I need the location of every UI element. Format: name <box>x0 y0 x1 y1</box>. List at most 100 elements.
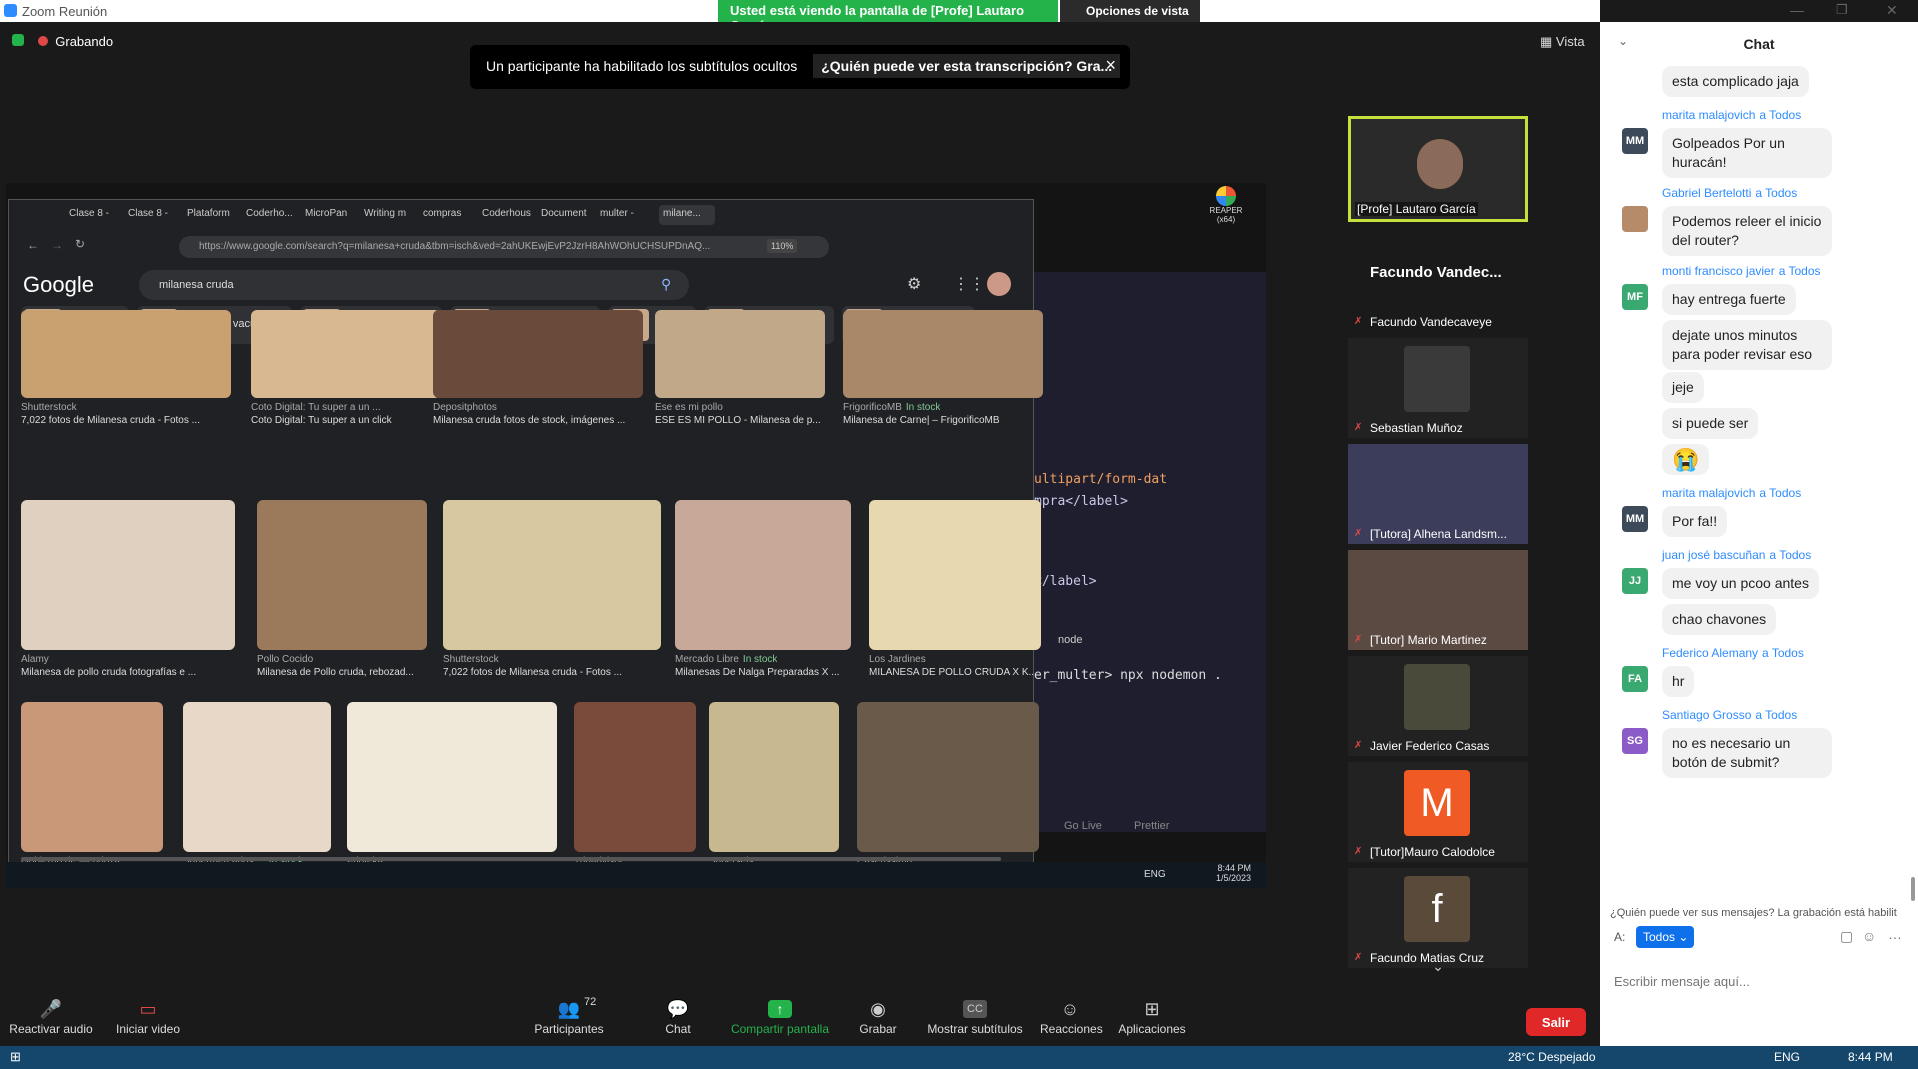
gallery-more-chevron-icon[interactable]: ⌄ <box>1348 959 1528 973</box>
chat-message[interactable]: 😭 <box>1662 444 1710 475</box>
apps-button[interactable]: ⊞ Aplicaciones <box>1118 988 1186 1036</box>
restore-button[interactable]: ❐ <box>1836 2 1848 18</box>
search-icon[interactable]: ⚲ <box>661 276 671 293</box>
image-result-source[interactable]: Shutterstock <box>21 402 77 413</box>
leave-button[interactable]: Salir <box>1526 1008 1586 1036</box>
image-result-thumbnail[interactable] <box>843 310 1043 398</box>
forward-icon[interactable]: → <box>51 238 63 252</box>
image-result-source[interactable]: Los Jardines <box>869 654 926 665</box>
image-result-source[interactable]: Ese es mi pollo <box>655 402 723 413</box>
chat-message[interactable]: Podemos releer el inicio del router? <box>1662 206 1832 256</box>
chat-sender[interactable]: Federico Alemany a Todos <box>1662 646 1804 660</box>
view-button[interactable]: ▦ Vista <box>1540 34 1585 50</box>
chat-message[interactable]: Golpeados Por un huracán! <box>1662 128 1832 178</box>
captions-link[interactable]: ¿Quién puede ver esta transcripción? Gra… <box>813 54 1121 78</box>
browser-tab[interactable]: Coderho... <box>246 208 302 228</box>
image-result-source[interactable]: FrigorificoMB In stock <box>843 402 940 413</box>
chat-message[interactable]: esta complicado jaja <box>1662 66 1809 97</box>
image-result-thumbnail[interactable] <box>709 702 839 852</box>
participant-tile[interactable]: M ✗ [Tutor]Mauro Calodolce <box>1348 762 1528 862</box>
image-result-thumbnail[interactable] <box>251 310 441 398</box>
participant-tile[interactable]: Facundo Vandec... ✗ Facundo Vandecaveye <box>1348 232 1528 332</box>
image-result-title[interactable]: Milanesa cruda fotos de stock, imágenes … <box>433 415 625 426</box>
emoji-icon[interactable]: ☺ <box>1862 928 1876 944</box>
chat-privacy-note[interactable]: ¿Quién puede ver sus mensajes? La grabac… <box>1610 907 1918 919</box>
avatar[interactable] <box>987 272 1011 296</box>
back-icon[interactable]: ← <box>27 238 39 252</box>
close-button[interactable]: ✕ <box>1886 2 1898 19</box>
image-result-title[interactable]: 7,022 fotos de Milanesa cruda - Fotos ..… <box>21 415 200 426</box>
browser-tab[interactable]: multer - <box>600 208 656 228</box>
image-result-thumbnail[interactable] <box>183 702 331 852</box>
address-bar[interactable]: https://www.google.com/search?q=milanesa… <box>179 236 829 258</box>
image-result-thumbnail[interactable] <box>257 500 427 650</box>
image-result-title[interactable]: Milanesas De Nalga Preparadas X ... <box>675 667 840 678</box>
browser-tab[interactable]: Coderhous <box>482 208 538 228</box>
image-result-thumbnail[interactable] <box>21 702 163 852</box>
chat-sender[interactable]: Gabriel Bertelotti a Todos <box>1662 186 1797 200</box>
image-result-thumbnail[interactable] <box>21 310 231 398</box>
browser-tab[interactable]: Clase 8 - <box>128 208 184 228</box>
chat-message[interactable]: dejate unos minutos para poder revisar e… <box>1662 320 1832 370</box>
browser-tab[interactable]: Document <box>541 208 597 228</box>
share-screen-button[interactable]: ↑ Compartir pantalla <box>730 988 830 1036</box>
start-video-button[interactable]: ▭ Iniciar video <box>112 988 184 1036</box>
image-result-thumbnail[interactable] <box>857 702 1039 852</box>
unmute-button[interactable]: 🎤 Reactivar audio <box>8 988 94 1036</box>
reload-icon[interactable]: ↻ <box>75 237 85 251</box>
terminal-tab[interactable]: node <box>1058 634 1082 646</box>
chat-message[interactable]: me voy un pcoo antes <box>1662 568 1819 599</box>
browser-tab[interactable]: milane... <box>659 205 715 225</box>
record-button[interactable]: ◉ Grabar <box>858 988 898 1036</box>
participant-tile-active-speaker[interactable]: [Profe] Lautaro García <box>1348 116 1528 222</box>
image-result-title[interactable]: ESE ES MI POLLO - Milanesa de p... <box>655 415 821 426</box>
browser-tab[interactable]: Clase 8 - <box>69 208 125 228</box>
apps-grid-icon[interactable]: ⋮⋮ <box>953 274 985 294</box>
chat-message[interactable]: hr <box>1662 666 1695 697</box>
captions-close-icon[interactable]: × <box>1105 55 1116 76</box>
chat-message[interactable]: si puede ser <box>1662 408 1759 439</box>
image-result-title[interactable]: Milanesa de Pollo cruda, rebozad... <box>257 667 414 678</box>
chat-sender[interactable]: monti francisco javier a Todos <box>1662 264 1821 278</box>
image-result-title[interactable]: MILANESA DE POLLO CRUDA X K... <box>869 667 1037 678</box>
chat-sender[interactable]: marita malajovich a Todos <box>1662 486 1801 500</box>
chat-message[interactable]: chao chavones <box>1662 604 1777 635</box>
minimize-button[interactable]: — <box>1790 2 1804 18</box>
windows-start-icon[interactable]: ⊞ <box>10 1049 21 1065</box>
image-result-source[interactable]: Alamy <box>21 654 49 665</box>
image-result-source[interactable]: Depositphotos <box>433 402 497 413</box>
chat-sender[interactable]: Santiago Grosso a Todos <box>1662 708 1797 722</box>
image-result-thumbnail[interactable] <box>655 310 825 398</box>
browser-tab[interactable]: Writing m <box>364 208 420 228</box>
image-result-title[interactable]: Coto Digital: Tu super a un click <box>251 415 392 426</box>
google-logo[interactable]: Google <box>23 272 94 298</box>
weather-text[interactable]: 28°C Despejado <box>1508 1050 1596 1064</box>
chat-sender[interactable]: juan josé bascuñan a Todos <box>1662 548 1811 562</box>
go-live-button[interactable]: Go Live <box>1064 820 1102 832</box>
image-result-source[interactable]: Pollo Cocido <box>257 654 313 665</box>
chat-message[interactable]: hay entrega fuerte <box>1662 284 1796 315</box>
image-result-source[interactable]: Mercado Libre In stock <box>675 654 777 665</box>
chat-message-input[interactable] <box>1614 970 1894 992</box>
horizontal-scrollbar[interactable] <box>21 857 1001 861</box>
reactions-button[interactable]: ☺ Reacciones <box>1040 988 1103 1036</box>
image-result-title[interactable]: Milanesa de Carne| – FrigorificoMB <box>843 415 1000 426</box>
chat-message[interactable]: no es necesario un botón de submit? <box>1662 728 1832 778</box>
browser-tab[interactable]: Plataform <box>187 208 243 228</box>
image-result-thumbnail[interactable] <box>869 500 1041 650</box>
participant-tile[interactable]: ✗ [Tutor] Mario Martinez <box>1348 550 1528 650</box>
image-result-thumbnail[interactable] <box>443 500 661 650</box>
file-icon[interactable]: ▢ <box>1840 928 1853 945</box>
google-search-input[interactable]: milanesa cruda <box>139 270 689 300</box>
view-options-button[interactable]: Opciones de vista ⌄ <box>1060 0 1200 32</box>
prettier-button[interactable]: Prettier <box>1134 820 1169 832</box>
participant-tile[interactable]: f ✗ Facundo Matias Cruz <box>1348 868 1528 968</box>
image-result-source[interactable]: Shutterstock <box>443 654 499 665</box>
browser-tab[interactable]: compras <box>423 208 479 228</box>
chat-message[interactable]: jeje <box>1662 372 1704 403</box>
image-result-source[interactable]: Coto Digital: Tu super a un ... <box>251 402 381 413</box>
image-result-title[interactable]: Milanesa de pollo cruda fotografías e ..… <box>21 667 196 678</box>
chat-button[interactable]: 💬 Chat <box>660 988 696 1036</box>
show-captions-button[interactable]: CC Mostrar subtítulos <box>926 988 1024 1036</box>
chat-message[interactable]: Por fa!! <box>1662 506 1728 537</box>
